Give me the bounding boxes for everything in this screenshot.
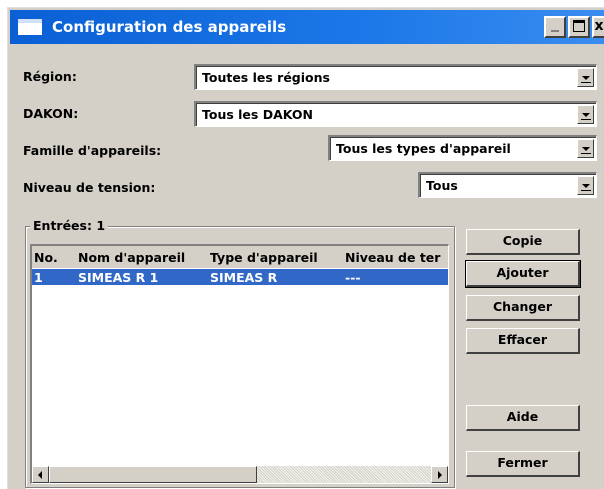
region-select[interactable]: Toutes les régions [194,64,597,90]
dakon-label: DAKON: [23,106,79,121]
delete-button[interactable]: Effacer [466,328,580,354]
help-button[interactable]: Aide [466,405,580,431]
scroll-thumb[interactable] [49,466,257,483]
scroll-right-icon[interactable] [431,466,448,483]
row-no: 1 [34,270,43,285]
row-voltage-level: --- [345,270,361,285]
device-family-value: Tous les types d'appareil [336,141,511,156]
column-header-device-name[interactable]: Nom d'appareil [78,250,185,265]
voltage-level-label: Niveau de tension: [23,180,156,195]
dakon-select[interactable]: Tous les DAKON [194,101,597,127]
minimize-icon [551,30,559,32]
chevron-down-icon[interactable] [577,68,594,87]
device-list-header: No. Nom d'appareil Type d'appareil Nivea… [32,246,448,268]
voltage-level-select[interactable]: Tous [418,172,597,198]
device-family-select[interactable]: Tous les types d'appareil [328,135,597,161]
copy-button[interactable]: Copie [466,229,580,255]
voltage-level-value: Tous [426,178,458,193]
column-header-voltage-level[interactable]: Niveau de ter [345,250,440,265]
minimize-button[interactable] [544,16,566,38]
region-value: Toutes les régions [202,70,330,85]
chevron-down-icon[interactable] [577,105,594,124]
horizontal-scrollbar[interactable] [32,466,448,483]
close-button[interactable]: Fermer [466,451,580,477]
window-icon [18,19,42,35]
window-title: Configuration des appareils [52,18,287,36]
maximize-icon [573,20,585,32]
scroll-left-icon[interactable] [32,466,49,483]
column-header-no[interactable]: No. [34,250,58,265]
column-header-device-type[interactable]: Type d'appareil [210,250,318,265]
table-row[interactable]: 1 SIMEAS R 1 SIMEAS R --- [32,269,448,285]
close-icon: x [594,18,604,34]
chevron-down-icon[interactable] [577,139,594,158]
dakon-value: Tous les DAKON [202,107,313,122]
add-button[interactable]: Ajouter [465,260,581,288]
maximize-button[interactable] [568,16,590,38]
device-configuration-window: Configuration des appareils x Région: To… [7,7,604,489]
title-bar[interactable]: Configuration des appareils x [10,10,604,44]
chevron-down-icon[interactable] [577,176,594,195]
row-device-type: SIMEAS R [210,270,278,285]
region-label: Région: [23,69,77,84]
row-device-name: SIMEAS R 1 [78,270,159,285]
device-list[interactable]: No. Nom d'appareil Type d'appareil Nivea… [30,244,449,484]
close-window-button[interactable]: x [592,16,604,38]
entries-count-label: Entrées: 1 [30,218,109,233]
device-family-label: Famille d'appareils: [23,143,162,158]
change-button[interactable]: Changer [466,295,580,321]
